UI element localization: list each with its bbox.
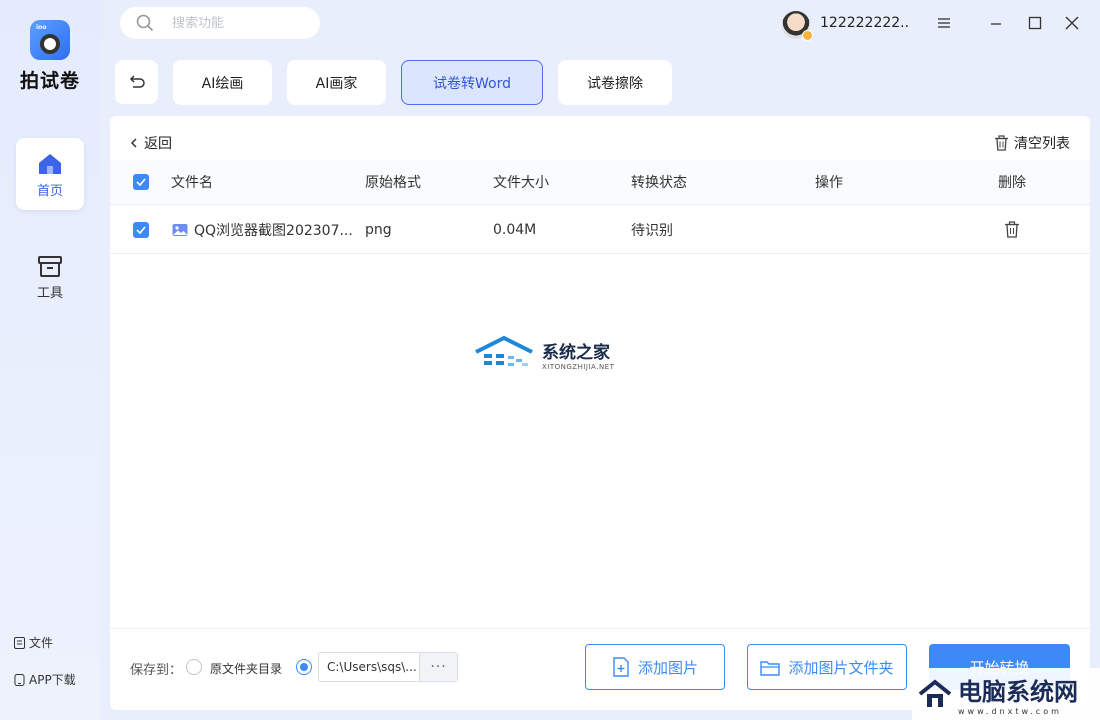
check-icon (136, 225, 146, 234)
app-logo-icon: ino (30, 20, 70, 60)
clear-list-button[interactable]: 清空列表 (994, 133, 1070, 153)
column-header-status: 转换状态 (631, 175, 687, 191)
column-header-format: 原始格式 (365, 175, 421, 191)
column-header-name: 文件名 (171, 175, 213, 191)
chevron-left-icon (130, 138, 137, 148)
watermark-title: 系统之家 (542, 342, 610, 363)
file-icon (14, 636, 25, 649)
radio-custom-path[interactable] (296, 659, 312, 675)
house-logo-icon (475, 335, 533, 366)
house-logo-icon (918, 679, 952, 707)
sidebar-link-files[interactable]: 文件 (14, 634, 53, 651)
row-checkbox[interactable] (133, 221, 149, 238)
vip-badge-icon (802, 30, 813, 41)
site-watermark: 系统之家 XITONGZHIJIA.NET (474, 334, 614, 374)
conversion-status: 待识别 (631, 222, 673, 239)
add-image-button[interactable]: 添加图片 (585, 644, 725, 690)
column-header-size: 文件大小 (493, 175, 549, 191)
menu-icon[interactable] (936, 15, 952, 31)
search-box[interactable] (120, 7, 320, 39)
sidebar-item-label: 工具 (36, 286, 63, 301)
file-name-cell: QQ浏览器截图202307... (172, 206, 354, 253)
minimize-icon[interactable] (988, 15, 1004, 31)
sidebar-item-tools[interactable]: 工具 (16, 240, 84, 312)
sidebar: ino 拍试卷 首页 工具 文件 APP下载 (0, 0, 100, 720)
sidebar-link-app-download[interactable]: APP下载 (14, 671, 76, 688)
radio-original-folder[interactable] (186, 659, 202, 675)
toolbox-icon (38, 256, 62, 277)
corner-watermark-url: www.dnxtw.com (958, 707, 1062, 716)
sidebar-link-label: APP下载 (29, 673, 76, 687)
check-icon (136, 178, 146, 186)
file-name: QQ浏览器截图202307... (194, 222, 353, 239)
save-path-field[interactable]: C:\Users\sqs\... ··· (318, 652, 458, 682)
file-size: 0.04M (493, 221, 537, 238)
add-folder-button[interactable]: 添加图片文件夹 (747, 644, 907, 690)
trash-icon (995, 135, 1008, 151)
select-all-checkbox[interactable] (133, 174, 149, 190)
clear-list-label: 清空列表 (1014, 136, 1070, 152)
maximize-icon[interactable] (1027, 15, 1043, 31)
browse-path-button[interactable]: ··· (419, 653, 457, 681)
undo-icon (129, 75, 145, 88)
sidebar-item-label: 首页 (36, 184, 63, 199)
trash-icon (1005, 221, 1019, 238)
tab-ai-painting[interactable]: AI绘画 (173, 60, 272, 105)
watermark-subtitle: XITONGZHIJIA.NET (542, 362, 615, 371)
search-icon (136, 14, 154, 32)
sidebar-link-label: 文件 (29, 636, 54, 650)
footer-divider (110, 628, 1090, 629)
tab-ai-artist[interactable]: AI画家 (287, 60, 386, 105)
delete-row-button[interactable] (1004, 206, 1020, 253)
search-input[interactable] (172, 15, 312, 31)
main-panel: 返回 清空列表 文件名 原始格式 文件大小 转换状态 操作 删除 QQ浏览器截图… (110, 116, 1090, 710)
select-all-cell (133, 160, 149, 204)
sidebar-item-home[interactable]: 首页 (16, 138, 84, 210)
add-folder-label: 添加图片文件夹 (788, 658, 894, 677)
phone-icon (14, 673, 25, 686)
column-header-action: 操作 (815, 175, 843, 191)
app-name: 拍试卷 (19, 70, 80, 92)
radio-original-folder-label: 原文件夹目录 (210, 662, 283, 676)
close-icon[interactable] (1064, 15, 1080, 31)
avatar[interactable] (782, 11, 813, 41)
row-select-cell (133, 206, 149, 253)
undo-button[interactable] (115, 60, 158, 104)
file-format: png (365, 221, 392, 238)
return-label: 返回 (144, 136, 172, 152)
home-icon (39, 154, 61, 174)
username[interactable]: 122222222... (820, 15, 910, 31)
save-path-text: C:\Users\sqs\... (327, 660, 417, 674)
tab-paper-erase[interactable]: 试卷擦除 (558, 60, 672, 105)
image-file-icon (172, 223, 188, 236)
table-header: 文件名 原始格式 文件大小 转换状态 操作 删除 (110, 160, 1090, 205)
add-file-icon (613, 657, 629, 677)
tab-paper-to-word[interactable]: 试卷转Word (401, 60, 543, 105)
corner-watermark: 电脑系统网 www.dnxtw.com (912, 668, 1100, 720)
add-image-label: 添加图片 (637, 658, 698, 677)
folder-icon (760, 660, 781, 676)
save-to-label: 保存到： (130, 663, 183, 678)
corner-watermark-title: 电脑系统网 (958, 677, 1078, 706)
table-row: QQ浏览器截图202307... png 0.04M 待识别 (110, 206, 1090, 254)
return-button[interactable]: 返回 (130, 133, 172, 153)
column-header-delete: 删除 (998, 175, 1026, 191)
logo-tag: ino (36, 24, 47, 31)
